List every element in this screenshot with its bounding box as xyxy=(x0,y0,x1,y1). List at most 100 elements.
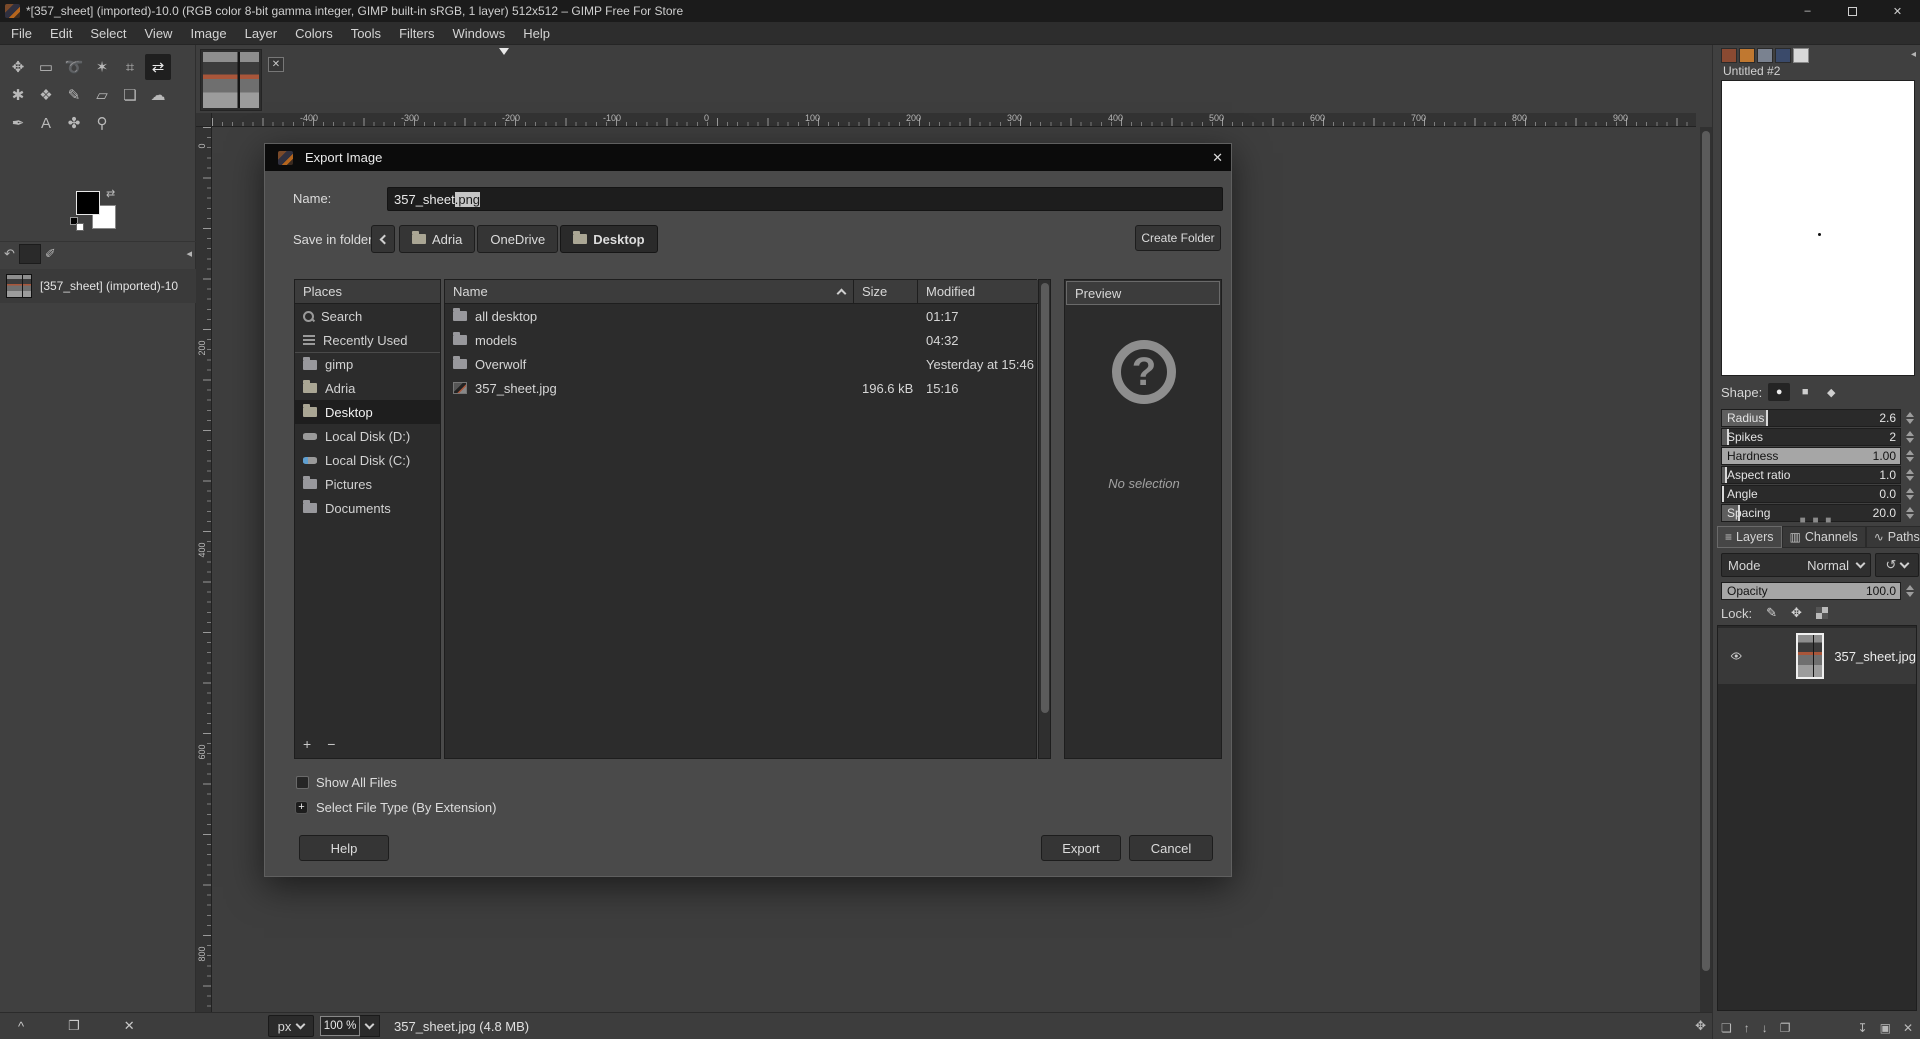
places-item[interactable]: Local Disk (D:) xyxy=(295,424,440,448)
dock-tab[interactable]: ≡ Layers xyxy=(1717,526,1782,548)
shape-button[interactable]: ◆ xyxy=(1820,383,1842,401)
places-item[interactable]: Local Disk (C:) xyxy=(295,448,440,472)
menu-item[interactable]: Layer xyxy=(236,23,287,44)
tool-button[interactable]: ▭ xyxy=(33,54,59,80)
tool-button[interactable]: ✒ xyxy=(5,110,31,136)
dock-tab-icon[interactable] xyxy=(1793,48,1809,63)
menu-item[interactable]: File xyxy=(2,23,41,44)
image-list-item[interactable]: [357_sheet] (imported)-10 xyxy=(0,269,196,303)
dock-tab[interactable]: ▥ Channels xyxy=(1781,526,1866,548)
tool-button[interactable]: ▱ xyxy=(89,82,115,108)
column-header-name[interactable]: Name xyxy=(445,280,854,304)
pointer-info-icon[interactable]: ✐ xyxy=(45,246,56,262)
file-type-expander[interactable]: + xyxy=(295,801,308,814)
tool-button[interactable]: ✥ xyxy=(5,54,31,80)
shape-button[interactable]: ● xyxy=(1768,383,1791,401)
brush-slider[interactable]: Angle 0.0 xyxy=(1721,485,1901,503)
raise-images-icon[interactable]: ❐ xyxy=(68,1018,80,1034)
lock-paint-icon[interactable]: ✎ xyxy=(1766,605,1777,621)
places-item[interactable]: Search xyxy=(295,304,440,328)
places-item[interactable]: Desktop xyxy=(295,400,440,424)
layer-row[interactable]: 357_sheet.jpg xyxy=(1718,628,1916,684)
file-row[interactable]: 357_sheet.jpg 196.6 kB 15:16 xyxy=(445,376,1036,400)
filename-input[interactable]: 357_sheet .png xyxy=(387,187,1223,211)
places-item[interactable]: gimp xyxy=(295,352,440,376)
spinner[interactable] xyxy=(1903,447,1916,465)
export-button[interactable]: Export xyxy=(1041,835,1121,861)
spinner[interactable] xyxy=(1903,485,1916,503)
swap-colors-icon[interactable]: ⇄ xyxy=(106,187,115,200)
show-all-files-checkbox[interactable] xyxy=(296,776,309,789)
lock-position-icon[interactable]: ✥ xyxy=(1791,605,1802,621)
visibility-eye-icon[interactable] xyxy=(1730,649,1742,663)
places-item[interactable]: Documents xyxy=(295,496,440,520)
spinner[interactable] xyxy=(1903,466,1916,484)
horizontal-ruler[interactable]: -400 -300 -200 -100 0 100 200 300 400 500 600 700 80… xyxy=(212,113,1734,127)
shape-button[interactable]: ■ xyxy=(1794,383,1816,401)
create-folder-button[interactable]: Create Folder xyxy=(1135,225,1221,251)
close-button[interactable]: ✕ xyxy=(1875,0,1920,22)
dock-tab-icon[interactable] xyxy=(1721,48,1737,63)
scrollbar-thumb[interactable] xyxy=(1041,283,1049,713)
minimize-button[interactable]: – xyxy=(1785,0,1830,22)
menu-item[interactable]: Tools xyxy=(342,23,390,44)
zoom-input[interactable]: 100 % xyxy=(320,1016,360,1036)
canvas-vertical-scrollbar[interactable] xyxy=(1700,127,1712,1012)
places-item[interactable]: Pictures xyxy=(295,472,440,496)
image-tab-close-icon[interactable]: ✕ xyxy=(268,57,284,72)
tool-button[interactable]: ⌗ xyxy=(117,54,143,80)
layer-action-icon[interactable]: ▣ xyxy=(1880,1021,1891,1035)
cancel-button[interactable]: Cancel xyxy=(1129,835,1213,861)
tool-button[interactable]: ⇄ xyxy=(145,54,171,80)
color-selector[interactable]: ⇄ xyxy=(70,187,130,237)
places-item[interactable]: Adria xyxy=(295,376,440,400)
tool-button[interactable]: ☁ xyxy=(145,82,171,108)
collapse-dock-icon[interactable]: ◂ xyxy=(1911,49,1916,60)
menu-item[interactable]: Image xyxy=(181,23,235,44)
dock-tab-icon[interactable] xyxy=(1775,48,1791,63)
add-bookmark-button[interactable]: + xyxy=(303,736,311,752)
help-button[interactable]: Help xyxy=(299,835,389,861)
tool-button[interactable]: ✱ xyxy=(5,82,31,108)
tool-button[interactable]: ⚲ xyxy=(89,110,115,136)
zoom-dropdown[interactable] xyxy=(360,1015,380,1037)
breadcrumb-folder-button[interactable]: OneDrive xyxy=(477,225,559,253)
file-row[interactable]: Overwolf Yesterday at 15:46 xyxy=(445,352,1036,376)
close-images-icon[interactable]: ✕ xyxy=(124,1018,135,1034)
foreground-color-swatch[interactable] xyxy=(76,191,100,215)
column-header-modified[interactable]: Modified xyxy=(918,280,1038,304)
tool-button[interactable]: ✎ xyxy=(61,82,87,108)
layer-action-icon[interactable]: ❏ xyxy=(1721,1021,1732,1035)
dock-tab-icon[interactable] xyxy=(1739,48,1755,63)
layer-action-icon[interactable]: ↑ xyxy=(1744,1021,1750,1035)
undo-history-icon[interactable]: ↶ xyxy=(4,246,15,262)
spinner[interactable] xyxy=(1903,582,1916,600)
menu-item[interactable]: View xyxy=(136,23,182,44)
navigation-icon[interactable]: ✥ xyxy=(1695,1018,1706,1034)
brush-slider[interactable]: Spikes 2 xyxy=(1721,428,1901,446)
image-tab[interactable] xyxy=(200,49,262,111)
mode-switch-button[interactable]: ↺ xyxy=(1875,553,1919,577)
remove-bookmark-button[interactable]: − xyxy=(327,736,335,752)
menu-item[interactable]: Windows xyxy=(443,23,514,44)
dock-tab-icon[interactable] xyxy=(1757,48,1773,63)
unit-dropdown[interactable]: px xyxy=(268,1015,314,1037)
menu-item[interactable]: Colors xyxy=(286,23,342,44)
layer-mode-dropdown[interactable]: Mode Normal xyxy=(1721,553,1871,577)
menu-item[interactable]: Help xyxy=(514,23,559,44)
brush-preview[interactable] xyxy=(1721,80,1915,376)
breadcrumb-back-button[interactable] xyxy=(371,225,395,253)
breadcrumb-folder-button[interactable]: Adria xyxy=(399,225,476,253)
default-colors-icon[interactable] xyxy=(70,217,84,231)
dialog-titlebar[interactable]: Export Image ✕ xyxy=(265,144,1231,171)
layer-action-icon[interactable]: ❐ xyxy=(1780,1021,1791,1035)
brush-slider[interactable]: Radius 2.6 xyxy=(1721,409,1901,427)
spinner[interactable] xyxy=(1903,428,1916,446)
menu-item[interactable]: Edit xyxy=(41,23,81,44)
places-item[interactable]: Recently Used xyxy=(295,328,440,352)
layer-action-icon[interactable]: ↓ xyxy=(1762,1021,1768,1035)
layer-action-icon[interactable]: ✕ xyxy=(1903,1021,1913,1035)
tool-button[interactable]: ❖ xyxy=(33,82,59,108)
tool-button[interactable]: ✶ xyxy=(89,54,115,80)
spinner[interactable] xyxy=(1903,409,1916,427)
